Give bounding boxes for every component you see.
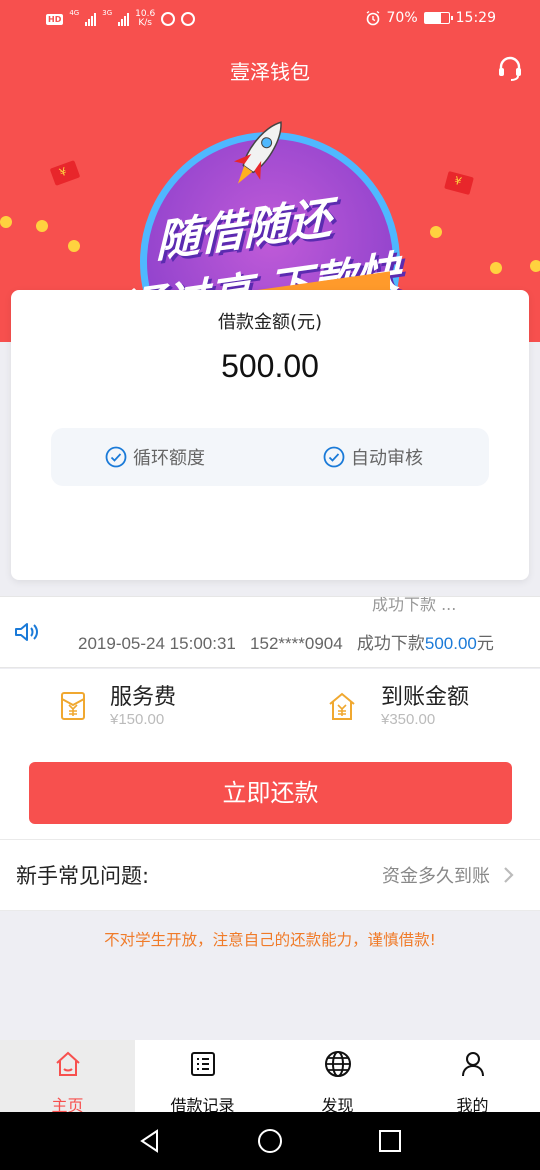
globe-icon [324,1051,351,1077]
network-speed: 10.6 K/s [135,10,155,28]
nav-home[interactable]: 主页 [0,1040,135,1115]
list-icon [190,1052,215,1076]
notice-text: 2019-05-24 15:00:31 152****0904 成功下款500.… [78,629,494,654]
system-nav-bar [0,1112,540,1170]
loan-card: 借款金额(元) 500.00 循环额度 自动审核 [11,290,529,580]
app-title: 壹泽钱包 [230,60,310,84]
faq-row[interactable]: 新手常见问题: 资金多久到账 [0,839,540,911]
red-envelope-icon [49,160,81,186]
loan-amount-label: 借款金额(元) [217,312,323,333]
nav-loan-records[interactable]: 借款记录 [135,1040,270,1115]
clock: 15:29 [455,10,496,26]
notice-ticker: 成功下款 ... 2019-05-24 15:00:31 152****0904… [0,596,540,668]
alarm-icon [366,10,379,26]
received-amount-label: 到账金额 [381,685,470,710]
signal-icon-2 [118,12,130,26]
notice-unit: 元 [476,634,494,653]
feature-auto-review: 自动审核 [323,444,423,470]
network-type-2: 3G [102,9,113,17]
coin-decoration [430,226,442,238]
notice-previous-line: 成功下款 ... [372,596,457,614]
repay-now-button[interactable]: 立即还款 [29,762,512,824]
loan-amount-value: 500.00 [221,348,319,384]
notice-datetime: 2019-05-24 15:00:31 [78,634,236,653]
feature-revolving-credit: 循环额度 [105,444,205,470]
bottom-nav: 主页 借款记录 发现 我的 [0,1040,540,1115]
faq-link[interactable]: 资金多久到账 [382,862,490,888]
nav-discover[interactable]: 发现 [270,1040,405,1115]
home-icon [55,1051,80,1076]
hd-badge: HD [46,13,64,25]
home-circle-icon[interactable] [257,1128,283,1154]
coin-decoration [0,216,12,228]
status-right: 70% 15:29 [365,10,496,26]
app-notification-icon [161,12,176,26]
speed-unit: K/s [138,18,152,28]
nav-mine[interactable]: 我的 [405,1040,540,1115]
notice-amount: 500.00 [424,634,477,653]
feature-label: 自动审核 [351,448,423,469]
signal-icon [85,12,97,26]
coin-decoration [36,220,48,232]
red-envelope-icon [444,170,474,196]
rocket-icon [233,121,282,184]
recent-apps-icon[interactable] [377,1128,403,1154]
notice-phone: 152****0904 [250,634,343,653]
app-notification-icon-2 [181,12,196,26]
feature-label: 循环额度 [133,448,205,469]
received-amount-icon [329,692,355,720]
service-fee-value: ¥150.00 [110,711,165,728]
user-icon [461,1052,484,1077]
feature-box: 循环额度 自动审核 [51,428,489,486]
faq-title: 新手常见问题: [16,864,150,888]
check-circle-icon [323,446,345,468]
status-bar: HD 4G 3G 10.6 K/s 70% 15:29 [0,0,540,40]
coin-decoration [490,262,502,274]
battery-icon [423,12,453,24]
network-type-1: 4G [69,9,80,17]
check-circle-icon [105,446,127,468]
headset-icon[interactable] [496,54,524,82]
battery-percent: 70% [386,10,418,26]
status-left: HD 4G 3G 10.6 K/s [46,9,196,28]
speaker-icon [15,623,38,641]
notice-action: 成功下款 [356,634,425,653]
service-fee-icon [61,692,85,720]
fee-section: 服务费 ¥150.00 到账金额 ¥350.00 立即还款 [0,669,540,839]
risk-warning: 不对学生开放，注意自己的还款能力，谨慎借款! [104,931,436,949]
coin-decoration [530,260,540,272]
service-fee-label: 服务费 [110,685,177,710]
chevron-right-icon[interactable] [502,864,516,886]
coin-decoration [68,240,80,252]
back-icon[interactable] [137,1128,163,1154]
received-amount-value: ¥350.00 [381,711,436,728]
